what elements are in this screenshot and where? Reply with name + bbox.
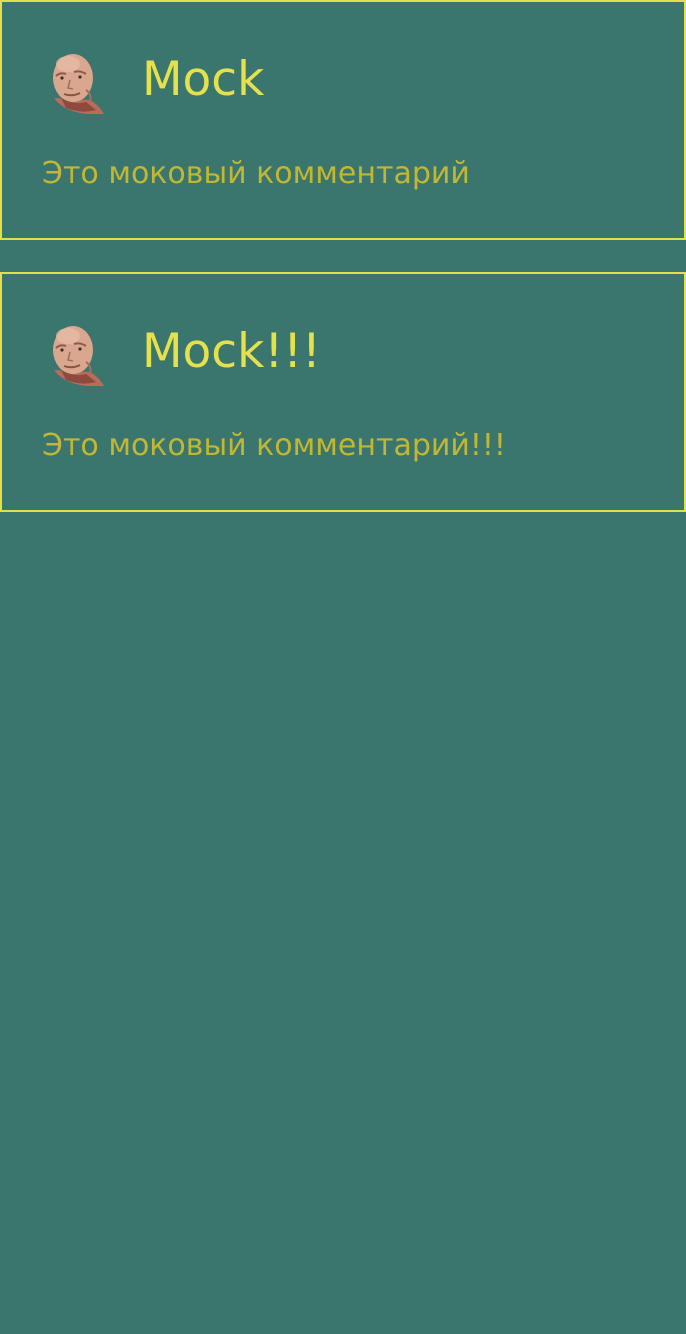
comment-author: Mock xyxy=(142,52,265,107)
comment-list: Mock Это моковый комментарий Mock!!! Это… xyxy=(0,0,686,512)
avatar-icon[interactable] xyxy=(46,50,106,114)
comment-text: Это моковый комментарий xyxy=(42,156,470,191)
comment-author: Mock!!! xyxy=(142,324,321,379)
avatar-icon[interactable] xyxy=(46,322,106,386)
comment-card[interactable]: Mock Это моковый комментарий xyxy=(0,0,686,240)
comment-card[interactable]: Mock!!! Это моковый комментарий!!! xyxy=(0,272,686,512)
comment-text: Это моковый комментарий!!! xyxy=(42,428,506,463)
